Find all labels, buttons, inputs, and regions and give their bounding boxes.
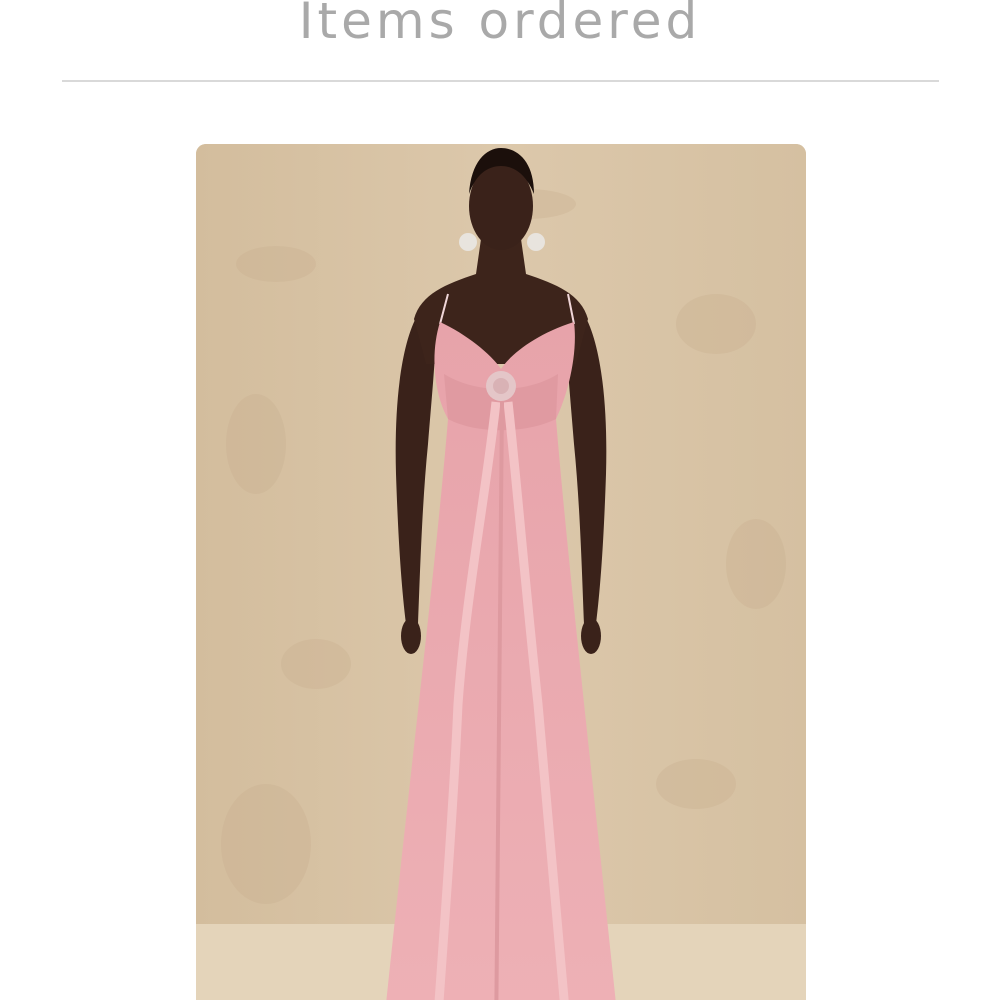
order-page: Items ordered <box>0 0 1000 1000</box>
right-hand <box>581 618 601 654</box>
right-earring <box>527 233 545 251</box>
left-hand <box>401 618 421 654</box>
section-divider <box>62 80 939 82</box>
product-image[interactable] <box>196 144 806 1000</box>
items-ordered-heading: Items ordered <box>298 0 702 50</box>
ordered-item-card[interactable] <box>196 144 806 1000</box>
left-earring <box>459 233 477 251</box>
